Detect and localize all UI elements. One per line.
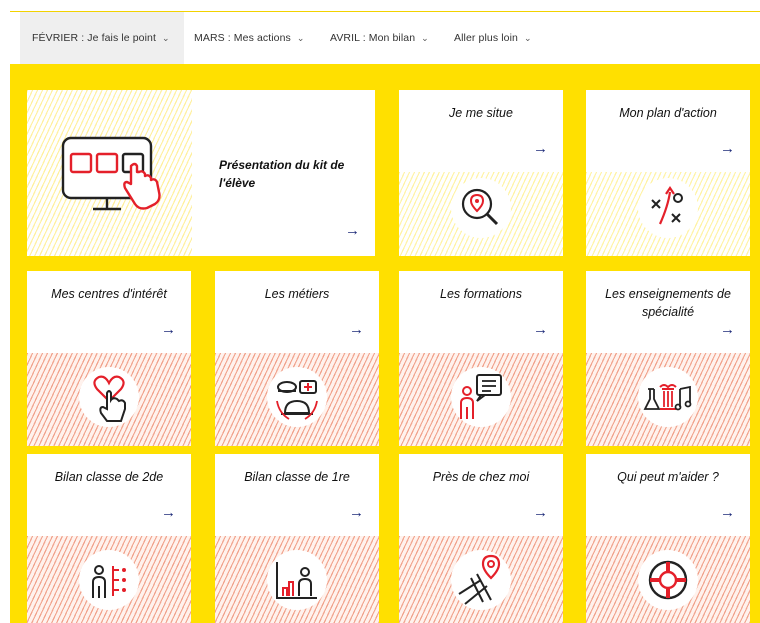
icon-circle	[451, 178, 511, 238]
arrow-right-icon[interactable]: →	[533, 140, 548, 157]
icon-circle	[451, 367, 511, 427]
nav-fevrier-label: FÉVRIER : Je fais le point	[32, 32, 156, 44]
icon-circle	[267, 367, 327, 427]
card-metiers[interactable]: Les métiers →	[215, 271, 379, 446]
arrow-right-icon[interactable]: →	[533, 321, 548, 338]
lifebuoy-icon	[648, 560, 688, 600]
icon-circle	[451, 550, 511, 610]
person-checklist-icon	[92, 565, 126, 598]
nav-mars[interactable]: MARS : Mes actions ⌄	[194, 12, 305, 64]
arrow-right-icon[interactable]: →	[161, 504, 176, 521]
chart-person-icon	[276, 562, 317, 599]
arrow-right-icon[interactable]: →	[533, 504, 548, 521]
card-title: Mon plan d'action	[619, 106, 717, 120]
card-centres-interet[interactable]: Mes centres d'intérêt →	[27, 271, 191, 446]
search-location-icon	[461, 188, 499, 226]
card-je-me-situe[interactable]: Je me situe →	[399, 90, 563, 256]
chevron-down-icon: ⌄	[161, 32, 170, 43]
card-title: Bilan classe de 1re	[244, 470, 350, 484]
chevron-down-icon: ⌄	[296, 32, 305, 43]
nav-avril[interactable]: AVRIL : Mon bilan ⌄	[330, 12, 429, 64]
page-frame: FÉVRIER : Je fais le point ⌄ MARS : Mes …	[10, 11, 760, 623]
arrow-right-icon[interactable]: →	[349, 321, 364, 338]
nav-avril-label: AVRIL : Mon bilan	[330, 32, 416, 44]
heart-hand-icon	[93, 375, 126, 422]
card-title: Mes centres d'intérêt	[51, 287, 167, 301]
card-bilan-1re[interactable]: Bilan classe de 1re →	[215, 454, 379, 623]
card-title: Les métiers	[264, 287, 330, 301]
nav-aller-plus-loin[interactable]: Aller plus loin ⌄	[454, 12, 532, 64]
icon-circle	[79, 550, 139, 610]
arrow-right-icon[interactable]: →	[349, 504, 364, 521]
icon-circle	[638, 367, 698, 427]
arrow-right-icon[interactable]: →	[161, 321, 176, 338]
professions-icon	[276, 380, 318, 420]
top-nav: FÉVRIER : Je fais le point ⌄ MARS : Mes …	[10, 11, 760, 64]
speech-person-icon	[460, 374, 502, 419]
icon-circle	[638, 178, 698, 238]
card-title: Je me situe	[449, 106, 513, 120]
arrow-right-icon[interactable]: →	[720, 140, 735, 157]
card-enseignements-specialite[interactable]: Les enseignements de spécialité →	[586, 271, 750, 446]
nav-mars-label: MARS : Mes actions	[194, 32, 291, 44]
card-title: Qui peut m'aider ?	[617, 470, 719, 484]
card-pres-de-chez-moi[interactable]: Près de chez moi →	[399, 454, 563, 623]
map-pin-icon	[458, 554, 501, 605]
chevron-down-icon: ⌄	[523, 32, 532, 43]
screen-touch-icon	[61, 136, 161, 211]
arrow-right-icon[interactable]: →	[720, 504, 735, 521]
icon-circle	[638, 550, 698, 610]
card-title: Près de chez moi	[432, 470, 530, 484]
specialties-icon	[643, 384, 692, 411]
arrow-right-icon[interactable]: →	[345, 222, 360, 239]
arrow-right-icon[interactable]: →	[720, 321, 735, 338]
card-plan-action[interactable]: Mon plan d'action →	[586, 90, 750, 256]
nav-fevrier[interactable]: FÉVRIER : Je fais le point ⌄	[20, 12, 184, 64]
nav-aller-plus-loin-label: Aller plus loin	[454, 32, 518, 44]
card-formations[interactable]: Les formations →	[399, 271, 563, 446]
card-title: Les enseignements de spécialité	[605, 287, 731, 319]
chevron-down-icon: ⌄	[421, 32, 429, 43]
card-title: Bilan classe de 2de	[54, 470, 164, 484]
card-bilan-2de[interactable]: Bilan classe de 2de →	[27, 454, 191, 623]
card-presentation-kit[interactable]: Présentation du kit de l'élève →	[27, 90, 375, 256]
icon-circle	[267, 550, 327, 610]
icon-circle	[79, 367, 139, 427]
card-title: Les formations	[440, 287, 522, 301]
strategy-icon	[651, 186, 683, 225]
card-title: Présentation du kit de l'élève	[219, 158, 345, 190]
card-qui-peut-aider[interactable]: Qui peut m'aider ? →	[586, 454, 750, 623]
